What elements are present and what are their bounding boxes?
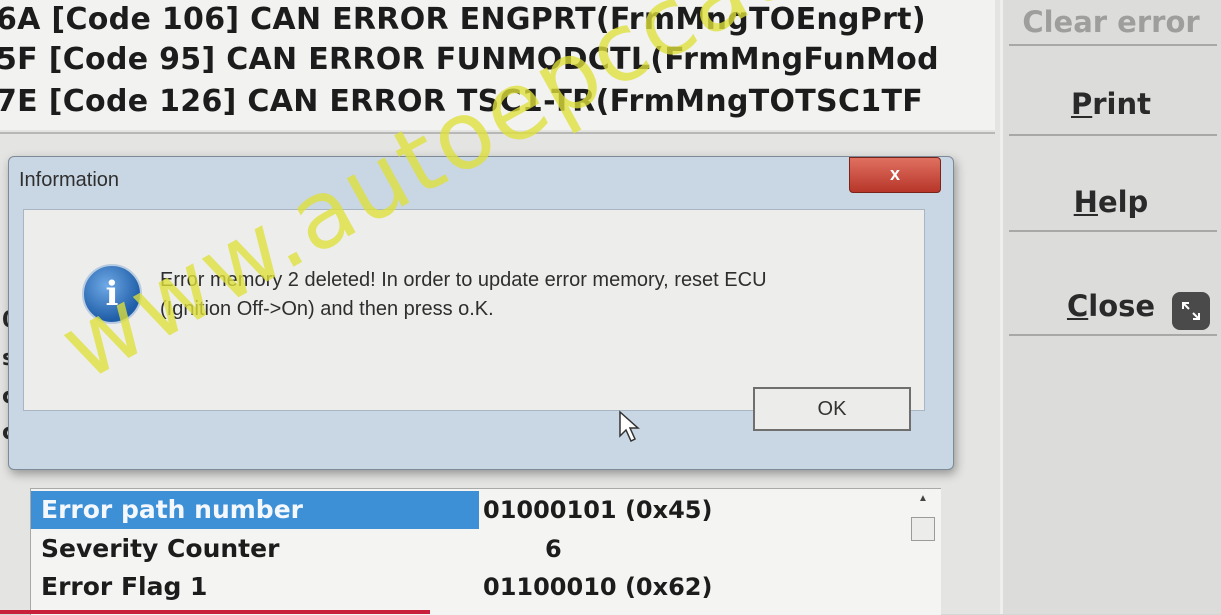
property-value: 01100010 (0x62) xyxy=(483,573,713,601)
mnemonic-letter: H xyxy=(1073,185,1098,219)
mouse-cursor-icon xyxy=(618,410,644,449)
property-name: Error Flag 1 xyxy=(41,572,208,601)
scroll-thumb[interactable] xyxy=(911,517,935,541)
property-value: 01000101 (0x45) xyxy=(483,496,713,524)
divider xyxy=(1009,334,1217,336)
close-icon: x xyxy=(889,164,900,184)
scroll-up-arrow-icon[interactable]: ▲ xyxy=(915,493,931,505)
divider xyxy=(1009,134,1217,136)
help-button[interactable]: Help xyxy=(1011,182,1211,222)
expand-arrows-icon xyxy=(1182,302,1200,320)
scrollbar[interactable]: ▲ xyxy=(909,491,937,613)
ok-button[interactable]: OK xyxy=(753,387,911,431)
property-value: 6 xyxy=(545,535,562,563)
property-name: Error path number xyxy=(31,491,479,529)
mnemonic-letter: C xyxy=(1066,289,1089,323)
button-label: lose xyxy=(1088,289,1156,323)
divider xyxy=(1009,44,1217,46)
divider xyxy=(1009,230,1217,232)
property-name: Severity Counter xyxy=(41,534,280,563)
table-row[interactable]: Error path number 01000101 (0x45) xyxy=(31,491,941,529)
error-properties-table: Error path number 01000101 (0x45) Severi… xyxy=(30,488,941,615)
clear-error-button[interactable]: Clear error xyxy=(1011,2,1211,42)
dialog-footer: OK xyxy=(23,387,923,455)
button-label: rint xyxy=(1092,87,1152,121)
table-row[interactable]: Error Flag 1 01100010 (0x62) xyxy=(31,568,941,606)
mnemonic-letter: P xyxy=(1070,87,1093,121)
clear-error-label: Clear error xyxy=(1022,5,1200,39)
dialog-close-button[interactable]: x xyxy=(849,157,941,193)
progress-line xyxy=(0,610,430,614)
print-button[interactable]: Print xyxy=(1011,84,1211,124)
button-label: elp xyxy=(1097,185,1149,219)
dialog-title: Information xyxy=(19,169,120,191)
expand-icon[interactable] xyxy=(1172,292,1210,330)
table-row[interactable]: Severity Counter 6 xyxy=(31,530,941,568)
